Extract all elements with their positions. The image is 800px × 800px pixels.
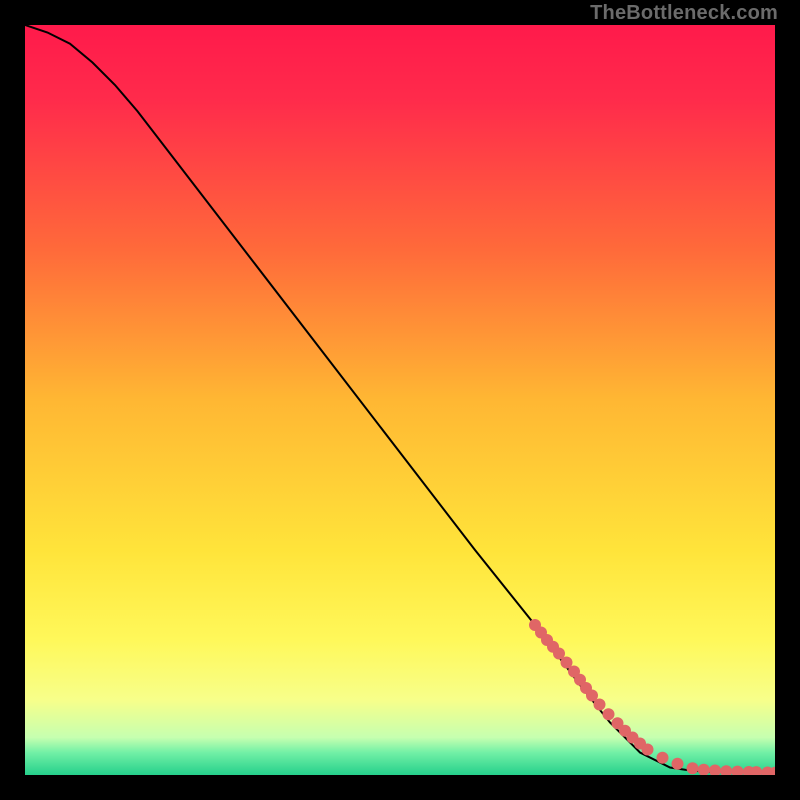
- plot-svg: [25, 25, 775, 775]
- data-point: [594, 699, 606, 711]
- data-point: [672, 758, 684, 770]
- gradient-background: [25, 25, 775, 775]
- watermark-text: TheBottleneck.com: [590, 2, 778, 25]
- chart-stage: TheBottleneck.com: [0, 0, 800, 800]
- data-point: [603, 708, 615, 720]
- plot-area: [25, 25, 775, 775]
- data-point: [687, 762, 699, 774]
- data-point: [657, 752, 669, 764]
- data-point: [642, 744, 654, 756]
